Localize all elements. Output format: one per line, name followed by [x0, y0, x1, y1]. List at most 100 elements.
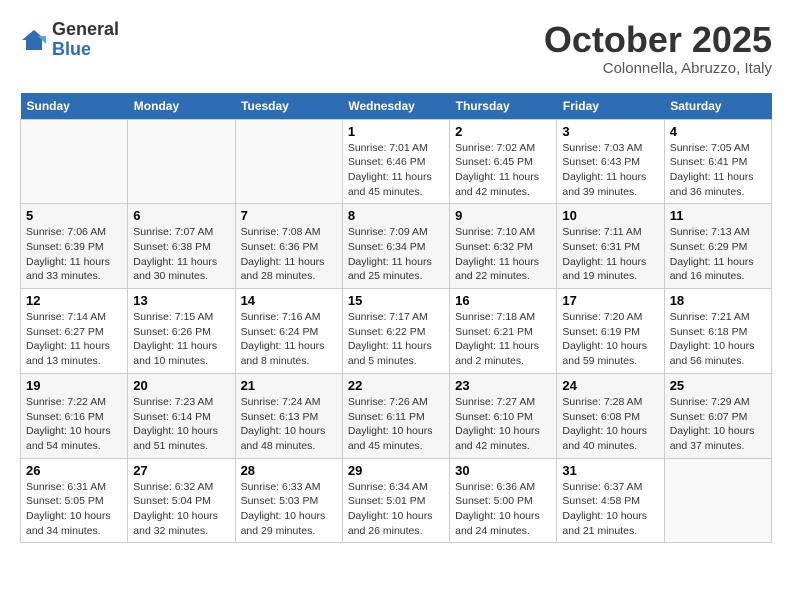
calendar-cell: 5 Sunrise: 7:06 AM Sunset: 6:39 PM Daylig…: [21, 204, 128, 289]
calendar-cell: 17 Sunrise: 7:20 AM Sunset: 6:19 PM Dayli…: [557, 289, 664, 374]
day-number: 8: [348, 208, 444, 223]
calendar-week-row: 5 Sunrise: 7:06 AM Sunset: 6:39 PM Daylig…: [21, 204, 772, 289]
calendar-week-row: 19 Sunrise: 7:22 AM Sunset: 6:16 PM Dayli…: [21, 373, 772, 458]
calendar-week-row: 1Sunrise: 7:01 AM Sunset: 6:46 PM Daylig…: [21, 119, 772, 204]
calendar-cell: [128, 119, 235, 204]
calendar-cell: 22Sunrise: 7:26 AM Sunset: 6:11 PM Dayli…: [342, 373, 449, 458]
day-number: 3: [562, 124, 658, 139]
day-detail: Sunrise: 7:11 AM Sunset: 6:31 PM Dayligh…: [562, 225, 658, 284]
day-detail: Sunrise: 7:06 AM Sunset: 6:39 PM Dayligh…: [26, 225, 122, 284]
calendar-cell: 3 Sunrise: 7:03 AM Sunset: 6:43 PM Daylig…: [557, 119, 664, 204]
day-number: 20: [133, 378, 229, 393]
day-number: 19: [26, 378, 122, 393]
day-number: 7: [241, 208, 337, 223]
day-detail: Sunrise: 7:27 AM Sunset: 6:10 PM Dayligh…: [455, 395, 551, 454]
calendar-cell: 1Sunrise: 7:01 AM Sunset: 6:46 PM Daylig…: [342, 119, 449, 204]
calendar-cell: [235, 119, 342, 204]
day-detail: Sunrise: 7:15 AM Sunset: 6:26 PM Dayligh…: [133, 310, 229, 369]
calendar-cell: [664, 458, 771, 543]
day-detail: Sunrise: 7:24 AM Sunset: 6:13 PM Dayligh…: [241, 395, 337, 454]
day-number: 10: [562, 208, 658, 223]
logo-general-text: General: [52, 20, 119, 40]
weekday-header-saturday: Saturday: [664, 93, 771, 120]
month-title: October 2025: [544, 20, 772, 60]
logo: General Blue: [20, 20, 119, 60]
calendar-cell: 26 Sunrise: 6:31 AM Sunset: 5:05 PM Dayli…: [21, 458, 128, 543]
day-detail: Sunrise: 7:29 AM Sunset: 6:07 PM Dayligh…: [670, 395, 766, 454]
day-detail: Sunrise: 7:17 AM Sunset: 6:22 PM Dayligh…: [348, 310, 444, 369]
calendar-cell: 13 Sunrise: 7:15 AM Sunset: 6:26 PM Dayli…: [128, 289, 235, 374]
day-detail: Sunrise: 6:33 AM Sunset: 5:03 PM Dayligh…: [241, 480, 337, 539]
day-number: 17: [562, 293, 658, 308]
calendar-header: SundayMondayTuesdayWednesdayThursdayFrid…: [21, 93, 772, 120]
day-number: 15: [348, 293, 444, 308]
day-number: 1: [348, 124, 444, 139]
day-detail: Sunrise: 7:09 AM Sunset: 6:34 PM Dayligh…: [348, 225, 444, 284]
logo-icon: [20, 26, 48, 54]
calendar-cell: 31 Sunrise: 6:37 AM Sunset: 4:58 PM Dayli…: [557, 458, 664, 543]
day-number: 26: [26, 463, 122, 478]
day-detail: Sunrise: 7:10 AM Sunset: 6:32 PM Dayligh…: [455, 225, 551, 284]
day-detail: Sunrise: 7:03 AM Sunset: 6:43 PM Dayligh…: [562, 141, 658, 200]
calendar-cell: 19 Sunrise: 7:22 AM Sunset: 6:16 PM Dayli…: [21, 373, 128, 458]
calendar-cell: 16 Sunrise: 7:18 AM Sunset: 6:21 PM Dayli…: [450, 289, 557, 374]
weekday-header-row: SundayMondayTuesdayWednesdayThursdayFrid…: [21, 93, 772, 120]
day-detail: Sunrise: 7:13 AM Sunset: 6:29 PM Dayligh…: [670, 225, 766, 284]
weekday-header-tuesday: Tuesday: [235, 93, 342, 120]
calendar-cell: 9 Sunrise: 7:10 AM Sunset: 6:32 PM Daylig…: [450, 204, 557, 289]
calendar-cell: 18Sunrise: 7:21 AM Sunset: 6:18 PM Dayli…: [664, 289, 771, 374]
page-header: General Blue October 2025 Colonnella, Ab…: [20, 20, 772, 77]
day-detail: Sunrise: 6:34 AM Sunset: 5:01 PM Dayligh…: [348, 480, 444, 539]
day-number: 5: [26, 208, 122, 223]
calendar-week-row: 12 Sunrise: 7:14 AM Sunset: 6:27 PM Dayli…: [21, 289, 772, 374]
calendar-cell: 21Sunrise: 7:24 AM Sunset: 6:13 PM Dayli…: [235, 373, 342, 458]
day-number: 9: [455, 208, 551, 223]
calendar-cell: 27Sunrise: 6:32 AM Sunset: 5:04 PM Dayli…: [128, 458, 235, 543]
day-detail: Sunrise: 7:28 AM Sunset: 6:08 PM Dayligh…: [562, 395, 658, 454]
weekday-header-thursday: Thursday: [450, 93, 557, 120]
day-detail: Sunrise: 6:36 AM Sunset: 5:00 PM Dayligh…: [455, 480, 551, 539]
weekday-header-sunday: Sunday: [21, 93, 128, 120]
day-number: 14: [241, 293, 337, 308]
title-block: October 2025 Colonnella, Abruzzo, Italy: [544, 20, 772, 77]
calendar-cell: 20 Sunrise: 7:23 AM Sunset: 6:14 PM Dayli…: [128, 373, 235, 458]
day-detail: Sunrise: 7:08 AM Sunset: 6:36 PM Dayligh…: [241, 225, 337, 284]
day-number: 13: [133, 293, 229, 308]
day-number: 30: [455, 463, 551, 478]
day-detail: Sunrise: 7:18 AM Sunset: 6:21 PM Dayligh…: [455, 310, 551, 369]
day-number: 18: [670, 293, 766, 308]
day-detail: Sunrise: 6:37 AM Sunset: 4:58 PM Dayligh…: [562, 480, 658, 539]
calendar-cell: 12 Sunrise: 7:14 AM Sunset: 6:27 PM Dayli…: [21, 289, 128, 374]
weekday-header-wednesday: Wednesday: [342, 93, 449, 120]
day-detail: Sunrise: 7:20 AM Sunset: 6:19 PM Dayligh…: [562, 310, 658, 369]
day-number: 24: [562, 378, 658, 393]
calendar-cell: 7 Sunrise: 7:08 AM Sunset: 6:36 PM Daylig…: [235, 204, 342, 289]
day-number: 16: [455, 293, 551, 308]
day-detail: Sunrise: 7:14 AM Sunset: 6:27 PM Dayligh…: [26, 310, 122, 369]
day-number: 25: [670, 378, 766, 393]
calendar-cell: 28Sunrise: 6:33 AM Sunset: 5:03 PM Dayli…: [235, 458, 342, 543]
day-detail: Sunrise: 7:23 AM Sunset: 6:14 PM Dayligh…: [133, 395, 229, 454]
calendar-table: SundayMondayTuesdayWednesdayThursdayFrid…: [20, 93, 772, 544]
weekday-header-friday: Friday: [557, 93, 664, 120]
calendar-cell: 11Sunrise: 7:13 AM Sunset: 6:29 PM Dayli…: [664, 204, 771, 289]
day-detail: Sunrise: 6:31 AM Sunset: 5:05 PM Dayligh…: [26, 480, 122, 539]
calendar-body: 1Sunrise: 7:01 AM Sunset: 6:46 PM Daylig…: [21, 119, 772, 543]
day-detail: Sunrise: 7:16 AM Sunset: 6:24 PM Dayligh…: [241, 310, 337, 369]
location-subtitle: Colonnella, Abruzzo, Italy: [544, 60, 772, 77]
day-number: 22: [348, 378, 444, 393]
calendar-cell: 23 Sunrise: 7:27 AM Sunset: 6:10 PM Dayli…: [450, 373, 557, 458]
calendar-cell: 30 Sunrise: 6:36 AM Sunset: 5:00 PM Dayli…: [450, 458, 557, 543]
day-number: 23: [455, 378, 551, 393]
calendar-cell: 14 Sunrise: 7:16 AM Sunset: 6:24 PM Dayli…: [235, 289, 342, 374]
day-number: 12: [26, 293, 122, 308]
calendar-cell: 10 Sunrise: 7:11 AM Sunset: 6:31 PM Dayli…: [557, 204, 664, 289]
calendar-cell: 25 Sunrise: 7:29 AM Sunset: 6:07 PM Dayli…: [664, 373, 771, 458]
day-detail: Sunrise: 7:22 AM Sunset: 6:16 PM Dayligh…: [26, 395, 122, 454]
day-detail: Sunrise: 7:05 AM Sunset: 6:41 PM Dayligh…: [670, 141, 766, 200]
calendar-cell: 8 Sunrise: 7:09 AM Sunset: 6:34 PM Daylig…: [342, 204, 449, 289]
calendar-cell: [21, 119, 128, 204]
calendar-week-row: 26 Sunrise: 6:31 AM Sunset: 5:05 PM Dayli…: [21, 458, 772, 543]
day-detail: Sunrise: 7:02 AM Sunset: 6:45 PM Dayligh…: [455, 141, 551, 200]
day-number: 31: [562, 463, 658, 478]
